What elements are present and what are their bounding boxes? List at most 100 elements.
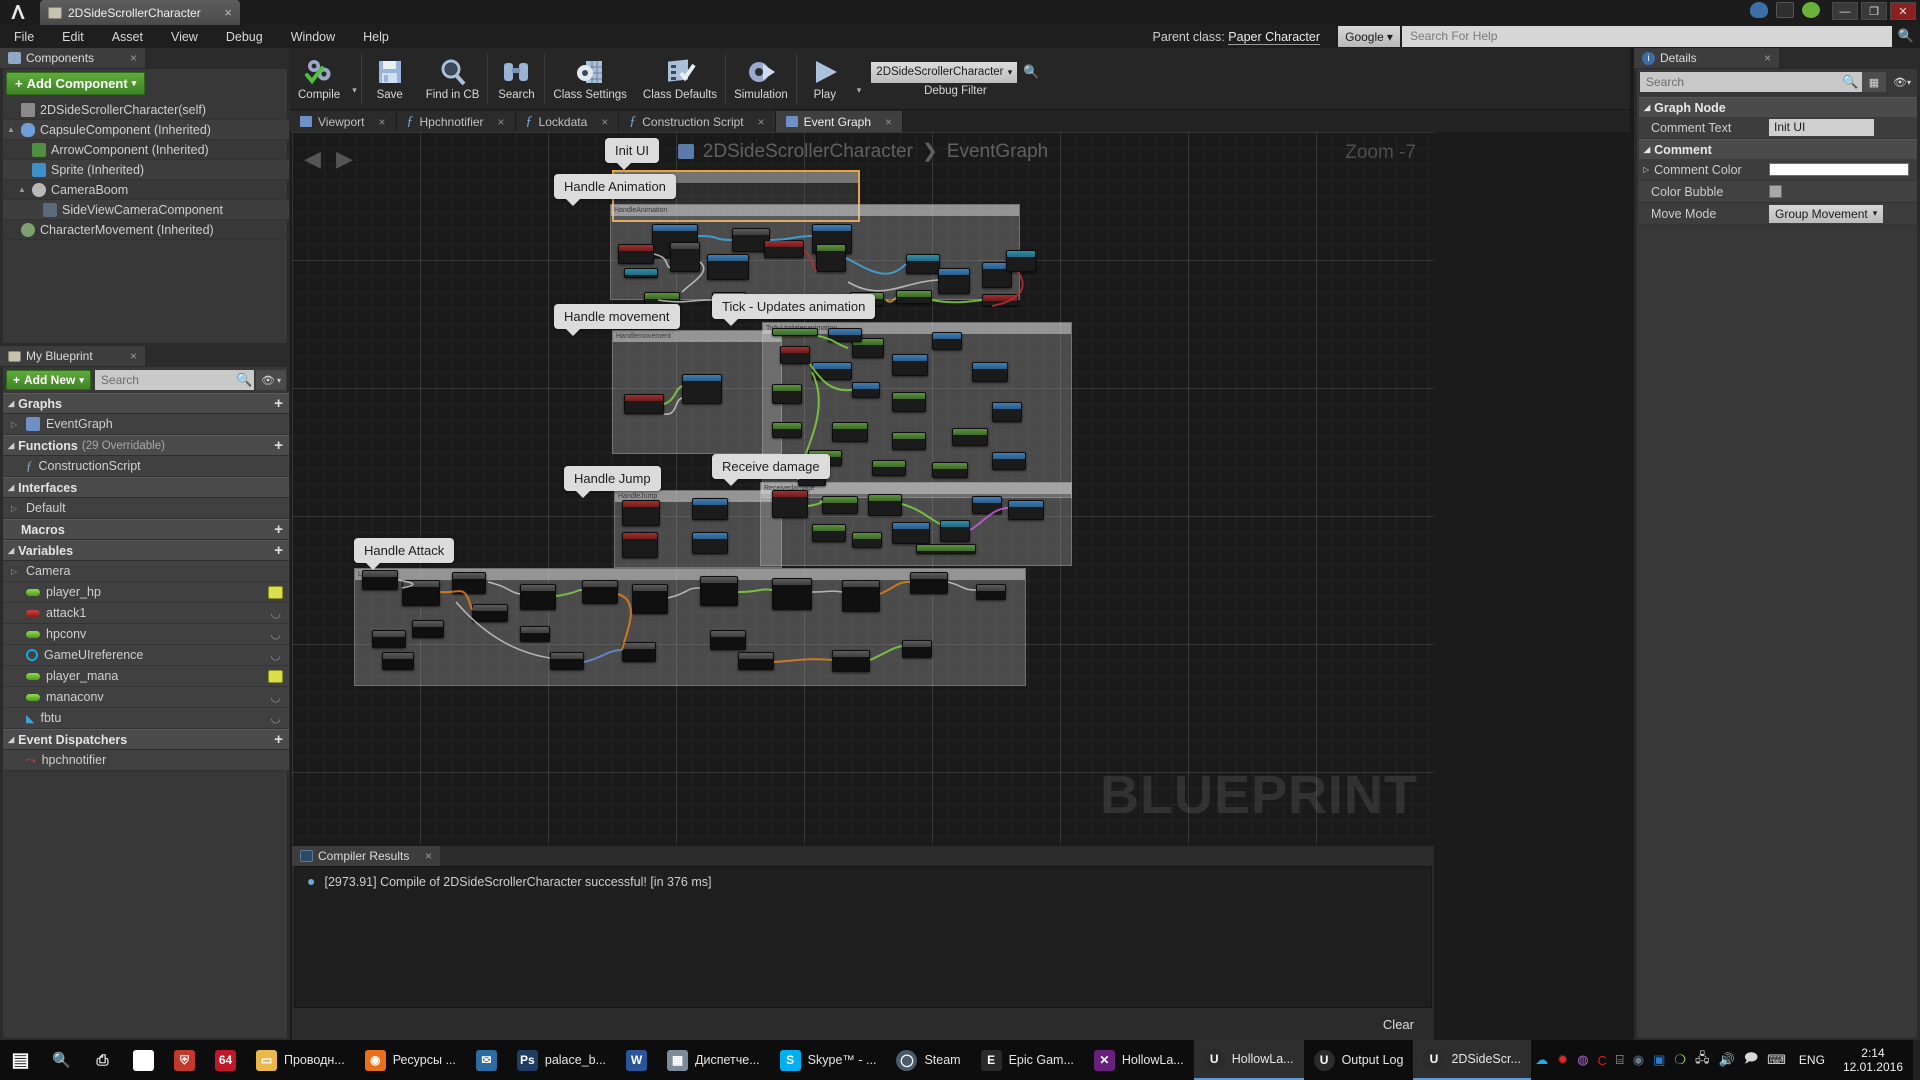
graph-node[interactable] bbox=[362, 570, 398, 590]
compiler-results-body[interactable]: ● [2973.91] Compile of 2DSideScrollerCha… bbox=[294, 866, 1432, 1008]
menu-item-window[interactable]: Window bbox=[277, 26, 349, 48]
graph-node[interactable] bbox=[780, 346, 810, 364]
maximize-button[interactable]: ❐ bbox=[1861, 2, 1887, 20]
graph-node[interactable] bbox=[816, 244, 846, 272]
details-search-input[interactable]: Search bbox=[1640, 72, 1862, 92]
toolbar-button-class-defaults[interactable]: Class Defaults bbox=[635, 48, 725, 110]
toolbar-button-find-in-cb[interactable]: Find in CB bbox=[418, 48, 488, 110]
graph-node[interactable] bbox=[670, 242, 700, 272]
disclosure-triangle-icon[interactable]: ◢ bbox=[8, 399, 14, 408]
add-new-button[interactable]: + Add New ▾ bbox=[6, 370, 91, 390]
clear-button[interactable]: Clear bbox=[1373, 1014, 1424, 1035]
graph-node[interactable] bbox=[812, 524, 846, 542]
comment-bubble[interactable]: Handle Jump bbox=[564, 466, 661, 491]
taskbar-button-steam[interactable]: ◯Steam bbox=[886, 1040, 970, 1080]
graph-node[interactable] bbox=[868, 494, 902, 516]
details-category-comment[interactable]: ◢Comment bbox=[1639, 139, 1917, 159]
breadcrumb-root[interactable]: 2DSideScrollerCharacter bbox=[703, 141, 913, 163]
graph-node[interactable] bbox=[940, 520, 970, 542]
graph-node[interactable] bbox=[832, 650, 870, 672]
list-item[interactable]: attack1◡ bbox=[3, 603, 289, 624]
graph-node[interactable] bbox=[842, 580, 880, 612]
graph-node[interactable] bbox=[828, 328, 862, 342]
taskbar-button-epicgam[interactable]: EEpic Gam... bbox=[971, 1040, 1084, 1080]
start-button[interactable]: ▤ bbox=[0, 1040, 41, 1080]
taskbar-clock[interactable]: 2:14 12.01.2016 bbox=[1833, 1046, 1913, 1074]
dropdown-caret-icon[interactable]: ▾ bbox=[853, 85, 866, 96]
taskbar-button-skype[interactable]: SSkype™ - ... bbox=[770, 1040, 887, 1080]
list-item[interactable]: GameUIreference◡ bbox=[3, 645, 289, 666]
taskbar-button-outputlog[interactable]: UOutput Log bbox=[1304, 1040, 1414, 1080]
list-item[interactable]: ◣fbtu◡ bbox=[3, 708, 289, 729]
section-header-variables[interactable]: ◢Variables+ bbox=[3, 540, 289, 561]
search-provider-dropdown[interactable]: Google ▾ bbox=[1338, 26, 1400, 47]
tab-lockdata[interactable]: ƒLockdata× bbox=[516, 111, 620, 132]
graph-node[interactable] bbox=[520, 626, 550, 642]
comment-bubble[interactable]: Handle Animation bbox=[554, 174, 676, 199]
list-item[interactable]: manaconv◡ bbox=[3, 687, 289, 708]
taskbar-button[interactable]: ▤ bbox=[123, 1040, 164, 1080]
graph-node[interactable] bbox=[772, 384, 802, 404]
add-to-section-button[interactable]: + bbox=[274, 521, 283, 538]
graph-node[interactable] bbox=[772, 490, 808, 518]
tray-steam-tray-icon[interactable]: ◉ bbox=[1633, 1052, 1644, 1068]
comment-bubble[interactable]: Handle movement bbox=[554, 304, 680, 329]
graph-node[interactable] bbox=[692, 498, 728, 520]
help-search-input[interactable]: Search For Help bbox=[1402, 26, 1892, 47]
window-close-button[interactable]: ✕ bbox=[1890, 2, 1916, 20]
menu-item-help[interactable]: Help bbox=[349, 26, 403, 48]
tray-keyboard-icon[interactable]: ⌨ bbox=[1767, 1052, 1786, 1068]
component-tree-row[interactable]: ArrowComponent (Inherited) bbox=[3, 140, 289, 160]
section-header-macros[interactable]: Macros+ bbox=[3, 519, 289, 540]
graph-node[interactable] bbox=[976, 584, 1006, 600]
close-icon[interactable]: × bbox=[130, 51, 137, 65]
disclosure-triangle-icon[interactable]: ◢ bbox=[1644, 145, 1650, 154]
list-item[interactable]: player_mana bbox=[3, 666, 289, 687]
color-bubble-checkbox[interactable] bbox=[1769, 185, 1782, 198]
tab-event-graph[interactable]: Event Graph× bbox=[776, 111, 903, 132]
close-icon[interactable]: × bbox=[224, 5, 232, 20]
graph-node[interactable] bbox=[622, 500, 660, 526]
eye-off-icon[interactable]: ◡ bbox=[271, 690, 281, 704]
graph-node[interactable] bbox=[710, 630, 746, 650]
component-tree-row[interactable]: CharacterMovement (Inherited) bbox=[3, 220, 289, 240]
menu-item-file[interactable]: File bbox=[0, 26, 48, 48]
toolbar-button-compile[interactable]: Compile bbox=[290, 48, 348, 110]
eye-off-icon[interactable]: ◡ bbox=[271, 711, 281, 725]
graph-node[interactable] bbox=[772, 328, 818, 336]
move-mode-combo[interactable]: Group Movement▾ bbox=[1769, 205, 1883, 223]
add-to-section-button[interactable]: + bbox=[274, 395, 283, 412]
graph-node[interactable] bbox=[738, 652, 774, 670]
list-item[interactable]: ▷Default bbox=[3, 498, 289, 519]
graph-node[interactable] bbox=[972, 496, 1002, 514]
graph-node[interactable] bbox=[520, 584, 556, 610]
graph-node[interactable] bbox=[896, 290, 932, 304]
disclosure-triangle-icon[interactable]: ◢ bbox=[1644, 103, 1650, 112]
list-item[interactable]: ⤳hpchnotifier bbox=[3, 750, 289, 771]
menu-item-edit[interactable]: Edit bbox=[48, 26, 98, 48]
graph-node[interactable] bbox=[1008, 500, 1044, 520]
graph-node[interactable] bbox=[932, 332, 962, 350]
my-blueprint-panel-tab[interactable]: My Blueprint × bbox=[0, 346, 145, 366]
event-graph-canvas[interactable]: ◀ ▶ 2DSideScrollerCharacter ❯ EventGraph… bbox=[292, 132, 1434, 844]
minimize-button[interactable]: — bbox=[1832, 2, 1858, 20]
show-desktop-button[interactable] bbox=[1913, 1040, 1920, 1080]
menu-item-view[interactable]: View bbox=[157, 26, 212, 48]
disclosure-triangle-icon[interactable]: ▷ bbox=[11, 567, 20, 576]
taskbar-button[interactable]: ⛨ bbox=[164, 1040, 205, 1080]
disclosure-triangle-icon[interactable]: ▷ bbox=[11, 504, 20, 513]
add-to-section-button[interactable]: + bbox=[274, 731, 283, 748]
graph-node[interactable] bbox=[872, 460, 906, 476]
dropdown-caret-icon[interactable]: ▾ bbox=[348, 85, 361, 96]
taskbar-button-[interactable]: ▭Проводн... bbox=[246, 1040, 355, 1080]
disclosure-triangle-icon[interactable]: ◢ bbox=[8, 735, 14, 744]
taskbar-button[interactable]: ✉ bbox=[466, 1040, 507, 1080]
search-icon[interactable]: 🔍 bbox=[1842, 74, 1858, 90]
graph-node[interactable] bbox=[618, 244, 654, 264]
comment-color-swatch[interactable] bbox=[1769, 163, 1909, 176]
disclosure-triangle-icon[interactable]: ◢ bbox=[8, 483, 14, 492]
comment-bubble[interactable]: Receive damage bbox=[712, 454, 830, 479]
close-icon[interactable]: × bbox=[1764, 51, 1771, 65]
tab-hpchnotifier[interactable]: ƒHpchnotifier× bbox=[397, 111, 516, 132]
close-icon[interactable]: × bbox=[130, 349, 137, 363]
